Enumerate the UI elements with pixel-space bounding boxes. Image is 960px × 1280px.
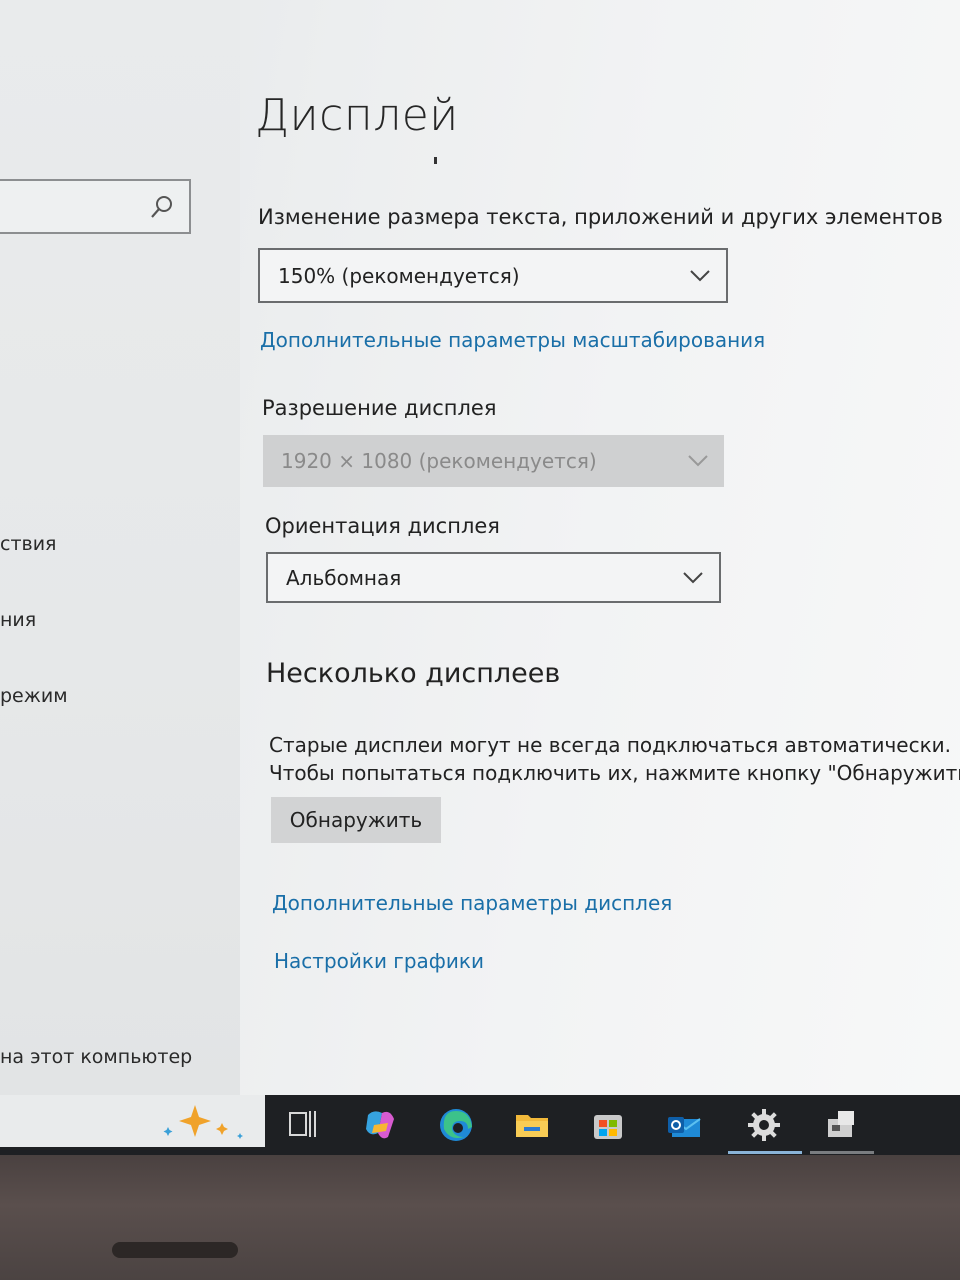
sidebar: ствия ния режим на этот компьютер <box>0 0 240 1095</box>
taskbar-widgets-area <box>0 1095 265 1147</box>
search-icon[interactable] <box>149 193 175 221</box>
file-explorer-icon[interactable] <box>510 1103 554 1147</box>
running-app-indicator <box>810 1151 874 1154</box>
multiple-displays-description-2: Чтобы попытаться подключить их, нажмите … <box>269 761 960 785</box>
page-title: Дисплей <box>255 90 459 141</box>
chevron-down-icon <box>690 269 710 281</box>
search-input[interactable] <box>0 179 191 234</box>
app-icon[interactable] <box>820 1103 864 1147</box>
chevron-down-icon <box>683 571 703 583</box>
advanced-display-link[interactable]: Дополнительные параметры дисплея <box>272 891 672 915</box>
settings-window: ствия ния режим на этот компьютер Диспле… <box>0 0 960 1095</box>
edge-icon[interactable] <box>434 1103 478 1147</box>
orientation-dropdown[interactable]: Альбомная <box>266 552 721 603</box>
multiple-displays-heading: Несколько дисплеев <box>266 658 561 689</box>
settings-icon[interactable] <box>742 1103 786 1147</box>
laptop-bezel <box>0 1155 960 1280</box>
outlook-icon[interactable] <box>664 1103 708 1147</box>
sidebar-item-tablet-mode[interactable]: режим <box>0 685 68 707</box>
cursor-mark <box>434 157 437 164</box>
chevron-down-icon <box>688 455 708 467</box>
copilot-icon[interactable] <box>358 1103 402 1147</box>
orientation-value: Альбомная <box>286 565 402 590</box>
scale-dropdown[interactable]: 150% (рекомендуется) <box>258 248 728 303</box>
main-content: Дисплей Изменение размера текста, прилож… <box>240 0 960 1095</box>
multiple-displays-description-1: Старые дисплеи могут не всегда подключат… <box>269 733 952 757</box>
detect-button[interactable]: Обнаружить <box>271 797 441 843</box>
taskbar <box>0 1095 960 1163</box>
copilot-sparkle-icon[interactable] <box>160 1099 250 1143</box>
resolution-label: Разрешение дисплея <box>262 396 497 420</box>
sidebar-item-notifications[interactable]: ствия <box>0 533 57 555</box>
store-icon[interactable] <box>586 1103 630 1147</box>
resolution-value: 1920 × 1080 (рекомендуется) <box>281 449 597 473</box>
task-view-icon[interactable] <box>282 1103 326 1147</box>
sidebar-item-power[interactable]: ния <box>0 609 36 631</box>
scale-label: Изменение размера текста, приложений и д… <box>258 205 943 229</box>
orientation-label: Ориентация дисплея <box>265 514 500 538</box>
active-app-indicator <box>728 1151 802 1154</box>
sidebar-item-projecting[interactable]: на этот компьютер <box>0 1046 192 1068</box>
advanced-scaling-link[interactable]: Дополнительные параметры масштабирования <box>260 328 765 352</box>
graphics-settings-link[interactable]: Настройки графики <box>274 949 484 973</box>
bezel-vent <box>112 1242 238 1258</box>
scale-value: 150% (рекомендуется) <box>278 263 520 288</box>
resolution-dropdown[interactable]: 1920 × 1080 (рекомендуется) <box>263 435 724 487</box>
